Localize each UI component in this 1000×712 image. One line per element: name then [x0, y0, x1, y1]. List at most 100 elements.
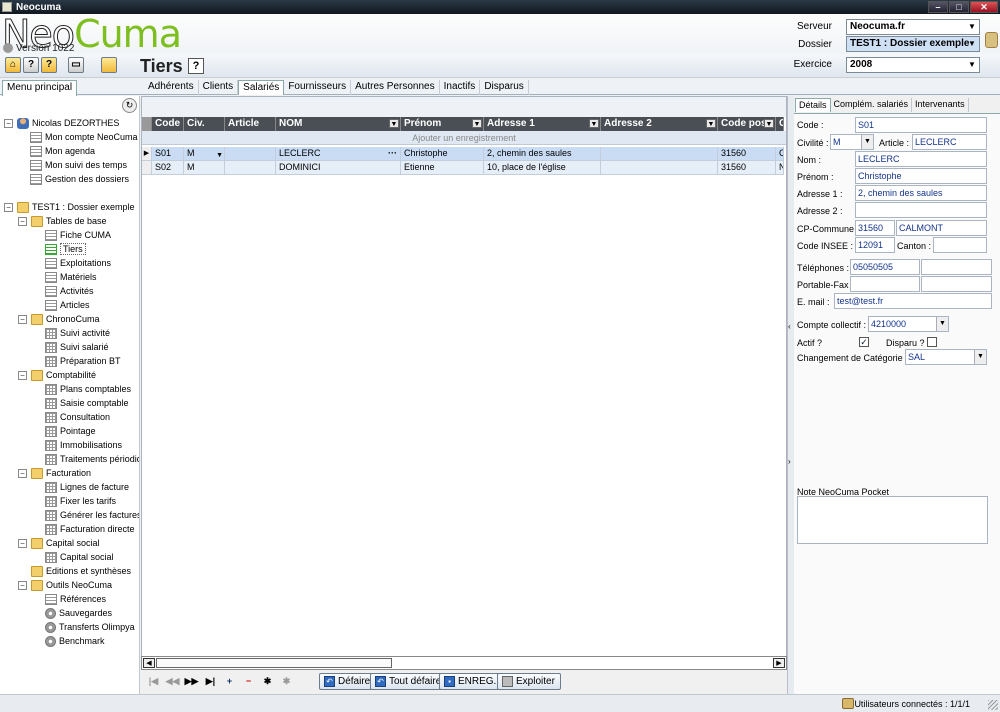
- chevron-left-icon[interactable]: ‹: [788, 322, 791, 331]
- prev-page-icon[interactable]: ◀◀: [163, 673, 182, 689]
- sidebar-item-pointage[interactable]: Pointage: [45, 424, 96, 438]
- telephone-2-field[interactable]: [921, 259, 992, 275]
- last-record-icon[interactable]: ▶|: [201, 673, 220, 689]
- sidebar-item-capital-social[interactable]: Capital social: [45, 550, 114, 564]
- first-record-icon[interactable]: |◀: [144, 673, 163, 689]
- cell-prenom[interactable]: Etienne: [401, 161, 484, 175]
- exercice-select[interactable]: 2008 ▼: [846, 57, 980, 73]
- canton-field[interactable]: [933, 237, 987, 253]
- sidebar-item-transferts-olimpya[interactable]: Transferts Olimpya: [45, 620, 135, 634]
- dropdown-icon[interactable]: ▼: [764, 119, 774, 128]
- column-prenom[interactable]: Prénom ▼: [401, 117, 484, 131]
- code-postal-field[interactable]: 31560: [855, 220, 895, 236]
- categorie-select[interactable]: SAL ▼: [905, 349, 987, 365]
- cell-article[interactable]: [225, 147, 276, 161]
- sidebar-item-consultation[interactable]: Consultation: [45, 410, 110, 424]
- collapse-icon[interactable]: −: [4, 202, 13, 212]
- tab-inactifs[interactable]: Inactifs: [440, 80, 481, 95]
- refresh-icon[interactable]: ↻: [122, 98, 137, 113]
- print-icon[interactable]: ▭: [68, 57, 84, 73]
- compte-collectif-select[interactable]: 4210000 ▼: [868, 316, 949, 332]
- dropdown-icon[interactable]: ▼: [589, 119, 599, 128]
- collapse-icon[interactable]: −: [18, 216, 27, 226]
- dossier-select[interactable]: TEST1 : Dossier exemple ▼: [846, 36, 980, 52]
- adresse-1-field[interactable]: 2, chemin des saules: [855, 185, 987, 201]
- home-icon[interactable]: ⌂: [5, 57, 21, 73]
- column-adresse-2[interactable]: Adresse 2 ▼: [601, 117, 718, 131]
- fax-field[interactable]: [921, 276, 992, 292]
- tree-capital-social[interactable]: − Capital social: [18, 536, 100, 550]
- tree-user[interactable]: − Nicolas DEZORTHES: [4, 116, 119, 130]
- panel-splitter[interactable]: ‹ ›: [787, 96, 794, 694]
- dropdown-icon[interactable]: ▼: [389, 119, 399, 128]
- code-insee-field[interactable]: 12091: [855, 237, 895, 253]
- horizontal-scrollbar[interactable]: ◀ ▶: [141, 656, 787, 670]
- sidebar-item-lignes-facture[interactable]: Lignes de facture: [45, 480, 129, 494]
- tree-outils-neocuma[interactable]: − Outils NeoCuma: [18, 578, 112, 592]
- sidebar-item-saisie-comptable[interactable]: Saisie comptable: [45, 396, 129, 410]
- ellipsis-icon[interactable]: ···: [388, 147, 397, 160]
- sidebar-item-preparation-bt[interactable]: Préparation BT: [45, 354, 121, 368]
- table-row[interactable]: S02 M DOMINICI Etienne 10, place de l'ég…: [142, 161, 784, 175]
- sidebar-item-suivi-salarie[interactable]: Suivi salarié: [45, 340, 109, 354]
- sidebar-item-suivi-temps[interactable]: Mon suivi des temps: [30, 158, 127, 172]
- sidebar-item-fiche-cuma[interactable]: Fiche CUMA: [45, 228, 111, 242]
- nom-field[interactable]: LECLERC: [855, 151, 987, 167]
- collapse-icon[interactable]: −: [18, 370, 27, 380]
- cell-code[interactable]: S01: [152, 147, 184, 161]
- edit-record-icon[interactable]: ✱: [258, 673, 277, 689]
- page-help-button[interactable]: ?: [188, 58, 204, 74]
- sidebar-item-facturation-directe[interactable]: Facturation directe: [45, 522, 135, 536]
- column-adresse-1[interactable]: Adresse 1 ▼: [484, 117, 601, 131]
- note-icon[interactable]: [101, 57, 117, 73]
- tab-complem-salaries[interactable]: Complém. salariés: [831, 98, 913, 112]
- undo-button[interactable]: ↶ Défaire: [319, 673, 376, 690]
- sidebar-item-immobilisations[interactable]: Immobilisations: [45, 438, 122, 452]
- sidebar-item-suivi-activite[interactable]: Suivi activité: [45, 326, 110, 340]
- next-page-icon[interactable]: ▶▶: [182, 673, 201, 689]
- cell-adresse-2[interactable]: [601, 161, 718, 175]
- tree-dossier[interactable]: − TEST1 : Dossier exemple: [4, 200, 135, 214]
- cell-commune[interactable]: C: [776, 147, 784, 161]
- cell-code-postal[interactable]: 31560: [718, 161, 776, 175]
- sidebar-item-benchmark[interactable]: Benchmark: [45, 634, 105, 648]
- sidebar-item-articles[interactable]: Articles: [45, 298, 90, 312]
- chevron-down-icon[interactable]: ▼: [216, 149, 223, 160]
- column-commune[interactable]: C: [776, 117, 784, 131]
- sidebar-item-references[interactable]: Références: [45, 592, 106, 606]
- undo-all-button[interactable]: ↶ Tout défaire: [370, 673, 447, 690]
- portable-field[interactable]: [850, 276, 920, 292]
- server-select[interactable]: Neocuma.fr ▼: [846, 19, 980, 35]
- sidebar-item-activites[interactable]: Activités: [45, 284, 94, 298]
- tab-adherents[interactable]: Adhérents: [144, 80, 199, 95]
- dropdown-icon[interactable]: ▼: [472, 119, 482, 128]
- tree-comptabilite[interactable]: − Comptabilité: [18, 368, 96, 382]
- dropdown-icon[interactable]: ▼: [706, 119, 716, 128]
- add-record-icon[interactable]: +: [220, 673, 239, 689]
- cell-civ[interactable]: M: [184, 161, 225, 175]
- email-field[interactable]: test@test.fr: [834, 293, 992, 309]
- collapse-icon[interactable]: −: [18, 468, 27, 478]
- sidebar-item-sauvegardes[interactable]: Sauvegardes: [45, 606, 112, 620]
- column-article[interactable]: Article: [225, 117, 276, 131]
- cell-adresse-1[interactable]: 10, place de l'église: [484, 161, 601, 175]
- actif-checkbox[interactable]: ✓: [859, 337, 869, 347]
- scroll-right-icon[interactable]: ▶: [773, 658, 785, 668]
- sidebar-item-tiers[interactable]: Tiers: [45, 242, 86, 256]
- sidebar-item-generer-factures[interactable]: Générer les factures: [45, 508, 139, 522]
- user-icon[interactable]: [985, 32, 998, 48]
- user-help-icon[interactable]: ?: [41, 57, 57, 73]
- chevron-right-icon[interactable]: ›: [788, 457, 791, 466]
- tree-chronocuma[interactable]: − ChronoCuma: [18, 312, 100, 326]
- tab-intervenants[interactable]: Intervenants: [912, 98, 969, 112]
- code-field[interactable]: S01: [855, 117, 987, 133]
- sidebar-item-materiels[interactable]: Matériels: [45, 270, 97, 284]
- telephone-1-field[interactable]: 05050505: [850, 259, 920, 275]
- adresse-2-field[interactable]: [855, 202, 987, 218]
- column-code[interactable]: Code: [152, 117, 184, 131]
- tab-details[interactable]: Détails: [795, 98, 831, 112]
- export-button[interactable]: Exploiter: [497, 673, 561, 690]
- column-civ[interactable]: Civ.: [184, 117, 225, 131]
- disparu-checkbox[interactable]: [927, 337, 937, 347]
- prenom-field[interactable]: Christophe: [855, 168, 987, 184]
